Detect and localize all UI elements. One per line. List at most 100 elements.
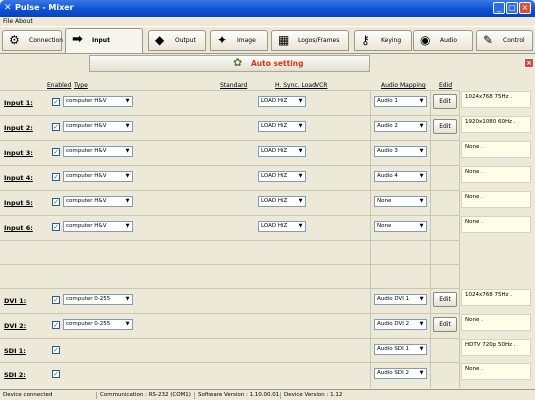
chevron-down-icon: ▼ [125,223,130,229]
audio-select-value: Audio 4 [377,173,398,179]
edid-edit-button[interactable]: Edit [433,119,457,134]
type-select[interactable]: computer H&V ▼ [63,96,133,107]
enabled-checkbox[interactable]: ✓ [52,123,60,131]
table-row: Input 1: ✓ computer H&V ▼ LOAD HiZ ▼ Audio 1 ▼ E… [0,90,460,113]
tab-label: Logos/Frames [298,37,340,44]
type-select-value: computer H&V [66,198,107,204]
chevron-down-icon: ▼ [125,123,130,129]
audio-select[interactable]: None ▼ [374,196,427,207]
chevron-down-icon: ▼ [298,98,303,104]
header-enabled: Enabled [47,82,72,89]
type-select-value: computer 0-255 [66,321,111,327]
hsync-select[interactable]: LOAD HiZ ▼ [258,121,306,132]
audio-select[interactable]: Audio DVI 1 ▼ [374,294,427,305]
audio-select-value: Audio 1 [377,98,398,104]
type-select[interactable]: computer H&V ▼ [63,121,133,132]
table-row: DVI 1: ✓ computer 0-255 ▼ Audio DVI 1 ▼ Edit [0,288,460,311]
tab-label: Input [92,37,110,44]
tab-logos-frames[interactable]: ▦ Logos/Frames [271,30,349,51]
chevron-down-icon: ▼ [419,346,424,352]
table-row: Input 4: ✓ computer H&V ▼ LOAD HiZ ▼ Audio 4 ▼ [0,165,460,188]
auto-setting-label: Auto setting [251,59,304,68]
detected-format: None . [461,314,531,331]
maximize-button[interactable]: □ [506,2,518,14]
panel-close-icon[interactable]: × [524,58,534,68]
audio-select[interactable]: Audio 2 ▼ [374,121,427,132]
type-select[interactable]: computer 0-255 ▼ [63,294,133,305]
audio-select[interactable]: Audio 3 ▼ [374,146,427,157]
hsync-select-value: LOAD HiZ [261,223,288,229]
enabled-checkbox[interactable]: ✓ [52,346,60,354]
enabled-checkbox[interactable]: ✓ [52,198,60,206]
tab-keying[interactable]: ⚷ Keying [354,30,412,51]
tab-label: Audio [440,37,458,44]
hsync-select[interactable]: LOAD HiZ ▼ [258,171,306,182]
type-select-value: computer H&V [66,148,107,154]
hsync-select[interactable]: LOAD HiZ ▼ [258,196,306,207]
menu-about[interactable]: About [15,18,33,26]
hsync-select[interactable]: LOAD HiZ ▼ [258,146,306,157]
audio-select-value: None [377,223,392,229]
menu-file[interactable]: File [3,18,13,26]
type-select[interactable]: computer H&V ▼ [63,196,133,207]
table-row: DVI 2: ✓ computer 0-255 ▼ Audio DVI 2 ▼ Edit [0,313,460,336]
tab-label: Control [503,37,525,44]
audio-select[interactable]: Audio SDI 2 ▼ [374,368,427,379]
enabled-checkbox[interactable]: ✓ [52,296,60,304]
edid-edit-button[interactable]: Edit [433,317,457,332]
chevron-down-icon: ▼ [298,148,303,154]
tab-control[interactable]: ✎ Control [476,30,533,51]
enabled-checkbox[interactable]: ✓ [52,148,60,156]
enabled-checkbox[interactable]: ✓ [52,370,60,378]
x-logo-icon: ✕ [4,3,12,13]
chevron-down-icon: ▼ [419,321,424,327]
audio-select[interactable]: Audio 4 ▼ [374,171,427,182]
minimize-button[interactable]: _ [493,2,505,14]
edid-edit-button[interactable]: Edit [433,292,457,307]
type-select[interactable]: computer H&V ▼ [63,171,133,182]
tab-image[interactable]: ✦ Image [210,30,268,51]
status-software: Software Version : 1.10.00.01 [194,392,279,399]
row-label: Input 3: [4,149,33,157]
window-title: Pulse - Mixer [15,3,74,12]
hsync-select[interactable]: LOAD HiZ ▼ [258,221,306,232]
row-label: Input 6: [4,224,33,232]
table-row: Input 3: ✓ computer H&V ▼ LOAD HiZ ▼ Audio 3 ▼ [0,140,460,163]
tab-label: Connection [29,37,63,44]
detected-format: None . [461,363,531,380]
audio-select-value: Audio 3 [377,148,398,154]
close-button[interactable]: × [519,2,531,14]
audio-select[interactable]: Audio 1 ▼ [374,96,427,107]
type-select[interactable]: computer H&V ▼ [63,146,133,157]
type-select[interactable]: computer 0-255 ▼ [63,319,133,330]
tab-label: Image [237,37,256,44]
tab-connection[interactable]: ⚙ Connection [2,30,63,51]
edid-edit-button[interactable]: Edit [433,94,457,109]
detected-format: None . [461,141,531,158]
audio-select[interactable]: Audio SDI 1 ▼ [374,344,427,355]
enabled-checkbox[interactable]: ✓ [52,223,60,231]
audio-select-value: Audio DVI 2 [377,321,410,327]
enabled-checkbox[interactable]: ✓ [52,321,60,329]
hsync-select-value: LOAD HiZ [261,198,288,204]
table-row: Input 6: ✓ computer H&V ▼ LOAD HiZ ▼ None ▼ [0,215,460,238]
tab-input[interactable]: ➡ Input [65,28,143,53]
detected-format: None . [461,191,531,208]
enabled-checkbox[interactable]: ✓ [52,173,60,181]
frame-icon: ▦ [278,33,290,47]
hsync-select[interactable]: LOAD HiZ ▼ [258,96,306,107]
hsync-select-value: LOAD HiZ [261,123,288,129]
chevron-down-icon: ▼ [125,98,130,104]
chevron-down-icon: ▼ [125,173,130,179]
tab-audio[interactable]: ◉ Audio [413,30,473,51]
chevron-down-icon: ▼ [419,148,424,154]
audio-select[interactable]: Audio DVI 2 ▼ [374,319,427,330]
row-label: DVI 1: [4,297,27,305]
enabled-checkbox[interactable]: ✓ [52,98,60,106]
audio-select[interactable]: None ▼ [374,221,427,232]
type-select[interactable]: computer H&V ▼ [63,221,133,232]
header-standard: Standard [220,82,248,89]
tab-output[interactable]: ◆ Output [148,30,206,51]
auto-setting-button[interactable]: ✿ Auto setting [89,55,370,72]
row-label: Input 5: [4,199,33,207]
